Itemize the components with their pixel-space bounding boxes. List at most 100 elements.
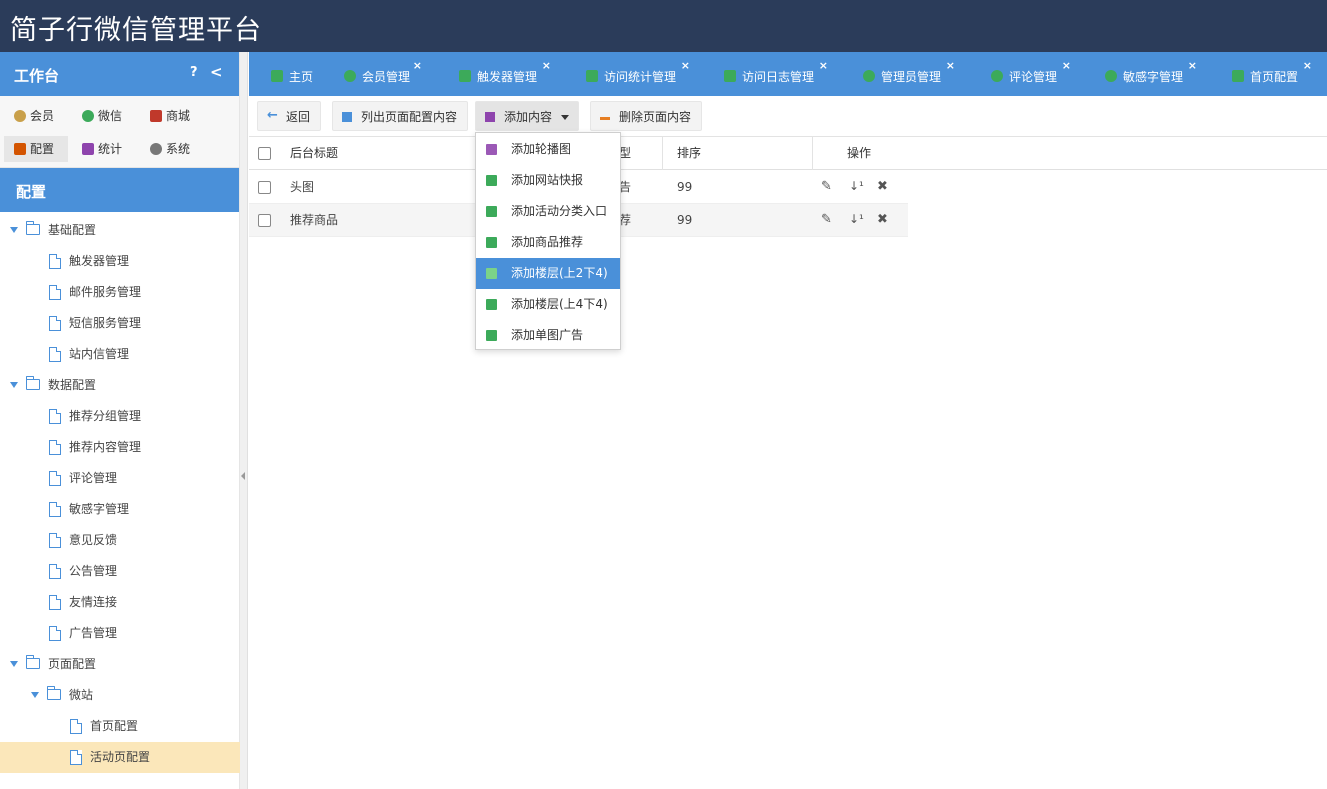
tree-item-feedback[interactable]: 意见反馈 bbox=[0, 525, 240, 556]
edit-icon[interactable]: ✎ bbox=[821, 179, 832, 194]
tab-home[interactable]: 主页 bbox=[269, 52, 313, 96]
row-sort: 99 bbox=[677, 213, 693, 227]
select-all-checkbox[interactable] bbox=[258, 147, 271, 160]
col-title-header: 后台标题 bbox=[290, 146, 339, 160]
tree-label: 基础配置 bbox=[48, 223, 97, 237]
member-icon bbox=[14, 110, 26, 122]
caret-down-icon bbox=[31, 692, 39, 698]
collapse-sidebar-icon[interactable]: < bbox=[210, 63, 223, 81]
edit-icon[interactable]: ✎ bbox=[821, 212, 832, 227]
menu-item-label: 添加商品推荐 bbox=[511, 235, 584, 249]
row-checkbox[interactable] bbox=[258, 181, 271, 194]
tab-admin[interactable]: 管理员管理 × bbox=[861, 52, 955, 96]
tree-item-inbox[interactable]: 站内信管理 bbox=[0, 339, 240, 370]
menu-item-add-floor-2-4[interactable]: 添加楼层(上2下4) bbox=[476, 258, 620, 289]
module-member[interactable]: 会员 bbox=[4, 103, 70, 129]
col-ops-header: 操作 bbox=[847, 146, 872, 160]
close-icon[interactable]: × bbox=[1303, 41, 1312, 91]
tree-folder-data[interactable]: 数据配置 bbox=[0, 370, 240, 401]
menu-item-add-single-ad[interactable]: 添加单图广告 bbox=[476, 320, 620, 351]
image-icon bbox=[486, 330, 497, 341]
tree-item-activity-config[interactable]: 活动页配置 bbox=[0, 742, 240, 773]
tree-item-rec-content[interactable]: 推荐内容管理 bbox=[0, 432, 240, 463]
menu-item-add-carousel[interactable]: 添加轮播图 bbox=[476, 134, 620, 165]
tree-folder-basic[interactable]: 基础配置 bbox=[0, 215, 240, 246]
close-icon[interactable]: × bbox=[1062, 41, 1071, 91]
delete-row-icon[interactable]: ✖ bbox=[877, 212, 888, 227]
tab-visit-log[interactable]: 访问日志管理 × bbox=[722, 52, 828, 96]
close-icon[interactable]: × bbox=[413, 41, 422, 91]
tree-item-ads[interactable]: 广告管理 bbox=[0, 618, 240, 649]
sidebar-splitter[interactable] bbox=[240, 52, 248, 789]
close-icon[interactable]: × bbox=[819, 41, 828, 91]
tree-item-rec-group[interactable]: 推荐分组管理 bbox=[0, 401, 240, 432]
back-button-label: 返回 bbox=[286, 110, 311, 124]
close-icon[interactable]: × bbox=[681, 41, 690, 91]
module-wechat[interactable]: 微信 bbox=[72, 103, 138, 129]
delete-row-icon[interactable]: ✖ bbox=[877, 179, 888, 194]
row-checkbox[interactable] bbox=[258, 214, 271, 227]
menu-item-add-floor-4-4[interactable]: 添加楼层(上4下4) bbox=[476, 289, 620, 320]
log-icon bbox=[724, 70, 736, 82]
col-sort-header: 排序 bbox=[677, 146, 702, 160]
list-icon bbox=[342, 112, 352, 122]
menu-item-add-category-entry[interactable]: 添加活动分类入口 bbox=[476, 196, 620, 227]
tree-label: 微站 bbox=[69, 688, 94, 702]
tree-item-sensitive[interactable]: 敏感字管理 bbox=[0, 494, 240, 525]
menu-item-add-product-rec[interactable]: 添加商品推荐 bbox=[476, 227, 620, 258]
tree-item-trigger[interactable]: 触发器管理 bbox=[0, 246, 240, 277]
tree-folder-page[interactable]: 页面配置 bbox=[0, 649, 240, 680]
tree-label: 活动页配置 bbox=[90, 750, 151, 764]
tab-home-config[interactable]: 首页配置 × bbox=[1230, 52, 1312, 96]
delete-icon bbox=[600, 117, 610, 120]
tree-label: 邮件服务管理 bbox=[69, 285, 142, 299]
tab-label: 会员管理 bbox=[362, 70, 411, 84]
tree-item-comments[interactable]: 评论管理 bbox=[0, 463, 240, 494]
module-stats[interactable]: 统计 bbox=[72, 136, 138, 162]
delete-page-content-button[interactable]: 删除页面内容 bbox=[590, 101, 703, 131]
edit-doc-icon bbox=[486, 237, 497, 248]
caret-down-icon bbox=[10, 227, 18, 233]
carousel-icon bbox=[486, 144, 497, 155]
trigger-icon bbox=[459, 70, 471, 82]
close-icon[interactable]: × bbox=[946, 41, 955, 91]
module-shop[interactable]: 商城 bbox=[140, 103, 206, 129]
collapse-arrow-icon[interactable] bbox=[241, 472, 245, 480]
tree-label: 评论管理 bbox=[69, 471, 118, 485]
help-icon[interactable]: ? bbox=[190, 65, 198, 80]
sort-icon[interactable]: ↓¹ bbox=[849, 212, 864, 226]
menu-item-label: 添加活动分类入口 bbox=[511, 204, 608, 218]
tab-sensitive[interactable]: 敏感字管理 × bbox=[1103, 52, 1197, 96]
module-config[interactable]: 配置 bbox=[4, 136, 68, 162]
tab-trigger[interactable]: 触发器管理 × bbox=[457, 52, 551, 96]
row-title: 推荐商品 bbox=[290, 213, 339, 227]
pencil-icon bbox=[486, 268, 497, 279]
close-icon[interactable]: × bbox=[1188, 41, 1197, 91]
list-page-config-button[interactable]: 列出页面配置内容 bbox=[332, 101, 469, 131]
sort-icon[interactable]: ↓¹ bbox=[849, 179, 864, 193]
tree-item-notice[interactable]: 公告管理 bbox=[0, 556, 240, 587]
arrow-left-icon: ← bbox=[267, 108, 278, 123]
module-shop-label: 商城 bbox=[166, 109, 191, 123]
sidebar-header: 工作台 ? < bbox=[0, 52, 239, 96]
close-icon[interactable]: × bbox=[542, 41, 551, 91]
caret-down-icon bbox=[561, 115, 570, 120]
module-system[interactable]: 系统 bbox=[140, 136, 206, 162]
tree-label: 广告管理 bbox=[69, 626, 118, 640]
tree-item-home-config[interactable]: 首页配置 bbox=[0, 711, 240, 742]
tab-visit-stats[interactable]: 访问统计管理 × bbox=[584, 52, 690, 96]
add-content-dropdown-button[interactable]: 添加内容 bbox=[475, 101, 580, 131]
tree-item-sms[interactable]: 短信服务管理 bbox=[0, 308, 240, 339]
tree-item-mail[interactable]: 邮件服务管理 bbox=[0, 277, 240, 308]
caret-down-icon bbox=[10, 382, 18, 388]
menu-item-add-news[interactable]: 添加网站快报 bbox=[476, 165, 620, 196]
add-content-icon bbox=[485, 112, 495, 122]
file-icon bbox=[49, 564, 61, 579]
caret-down-icon bbox=[10, 661, 18, 667]
tree-item-links[interactable]: 友情连接 bbox=[0, 587, 240, 618]
tab-comments[interactable]: 评论管理 × bbox=[989, 52, 1071, 96]
tree-folder-microsite[interactable]: 微站 bbox=[0, 680, 240, 711]
shop-icon bbox=[150, 110, 162, 122]
tab-member[interactable]: 会员管理 × bbox=[342, 52, 422, 96]
back-button[interactable]: ← 返回 bbox=[257, 101, 322, 131]
